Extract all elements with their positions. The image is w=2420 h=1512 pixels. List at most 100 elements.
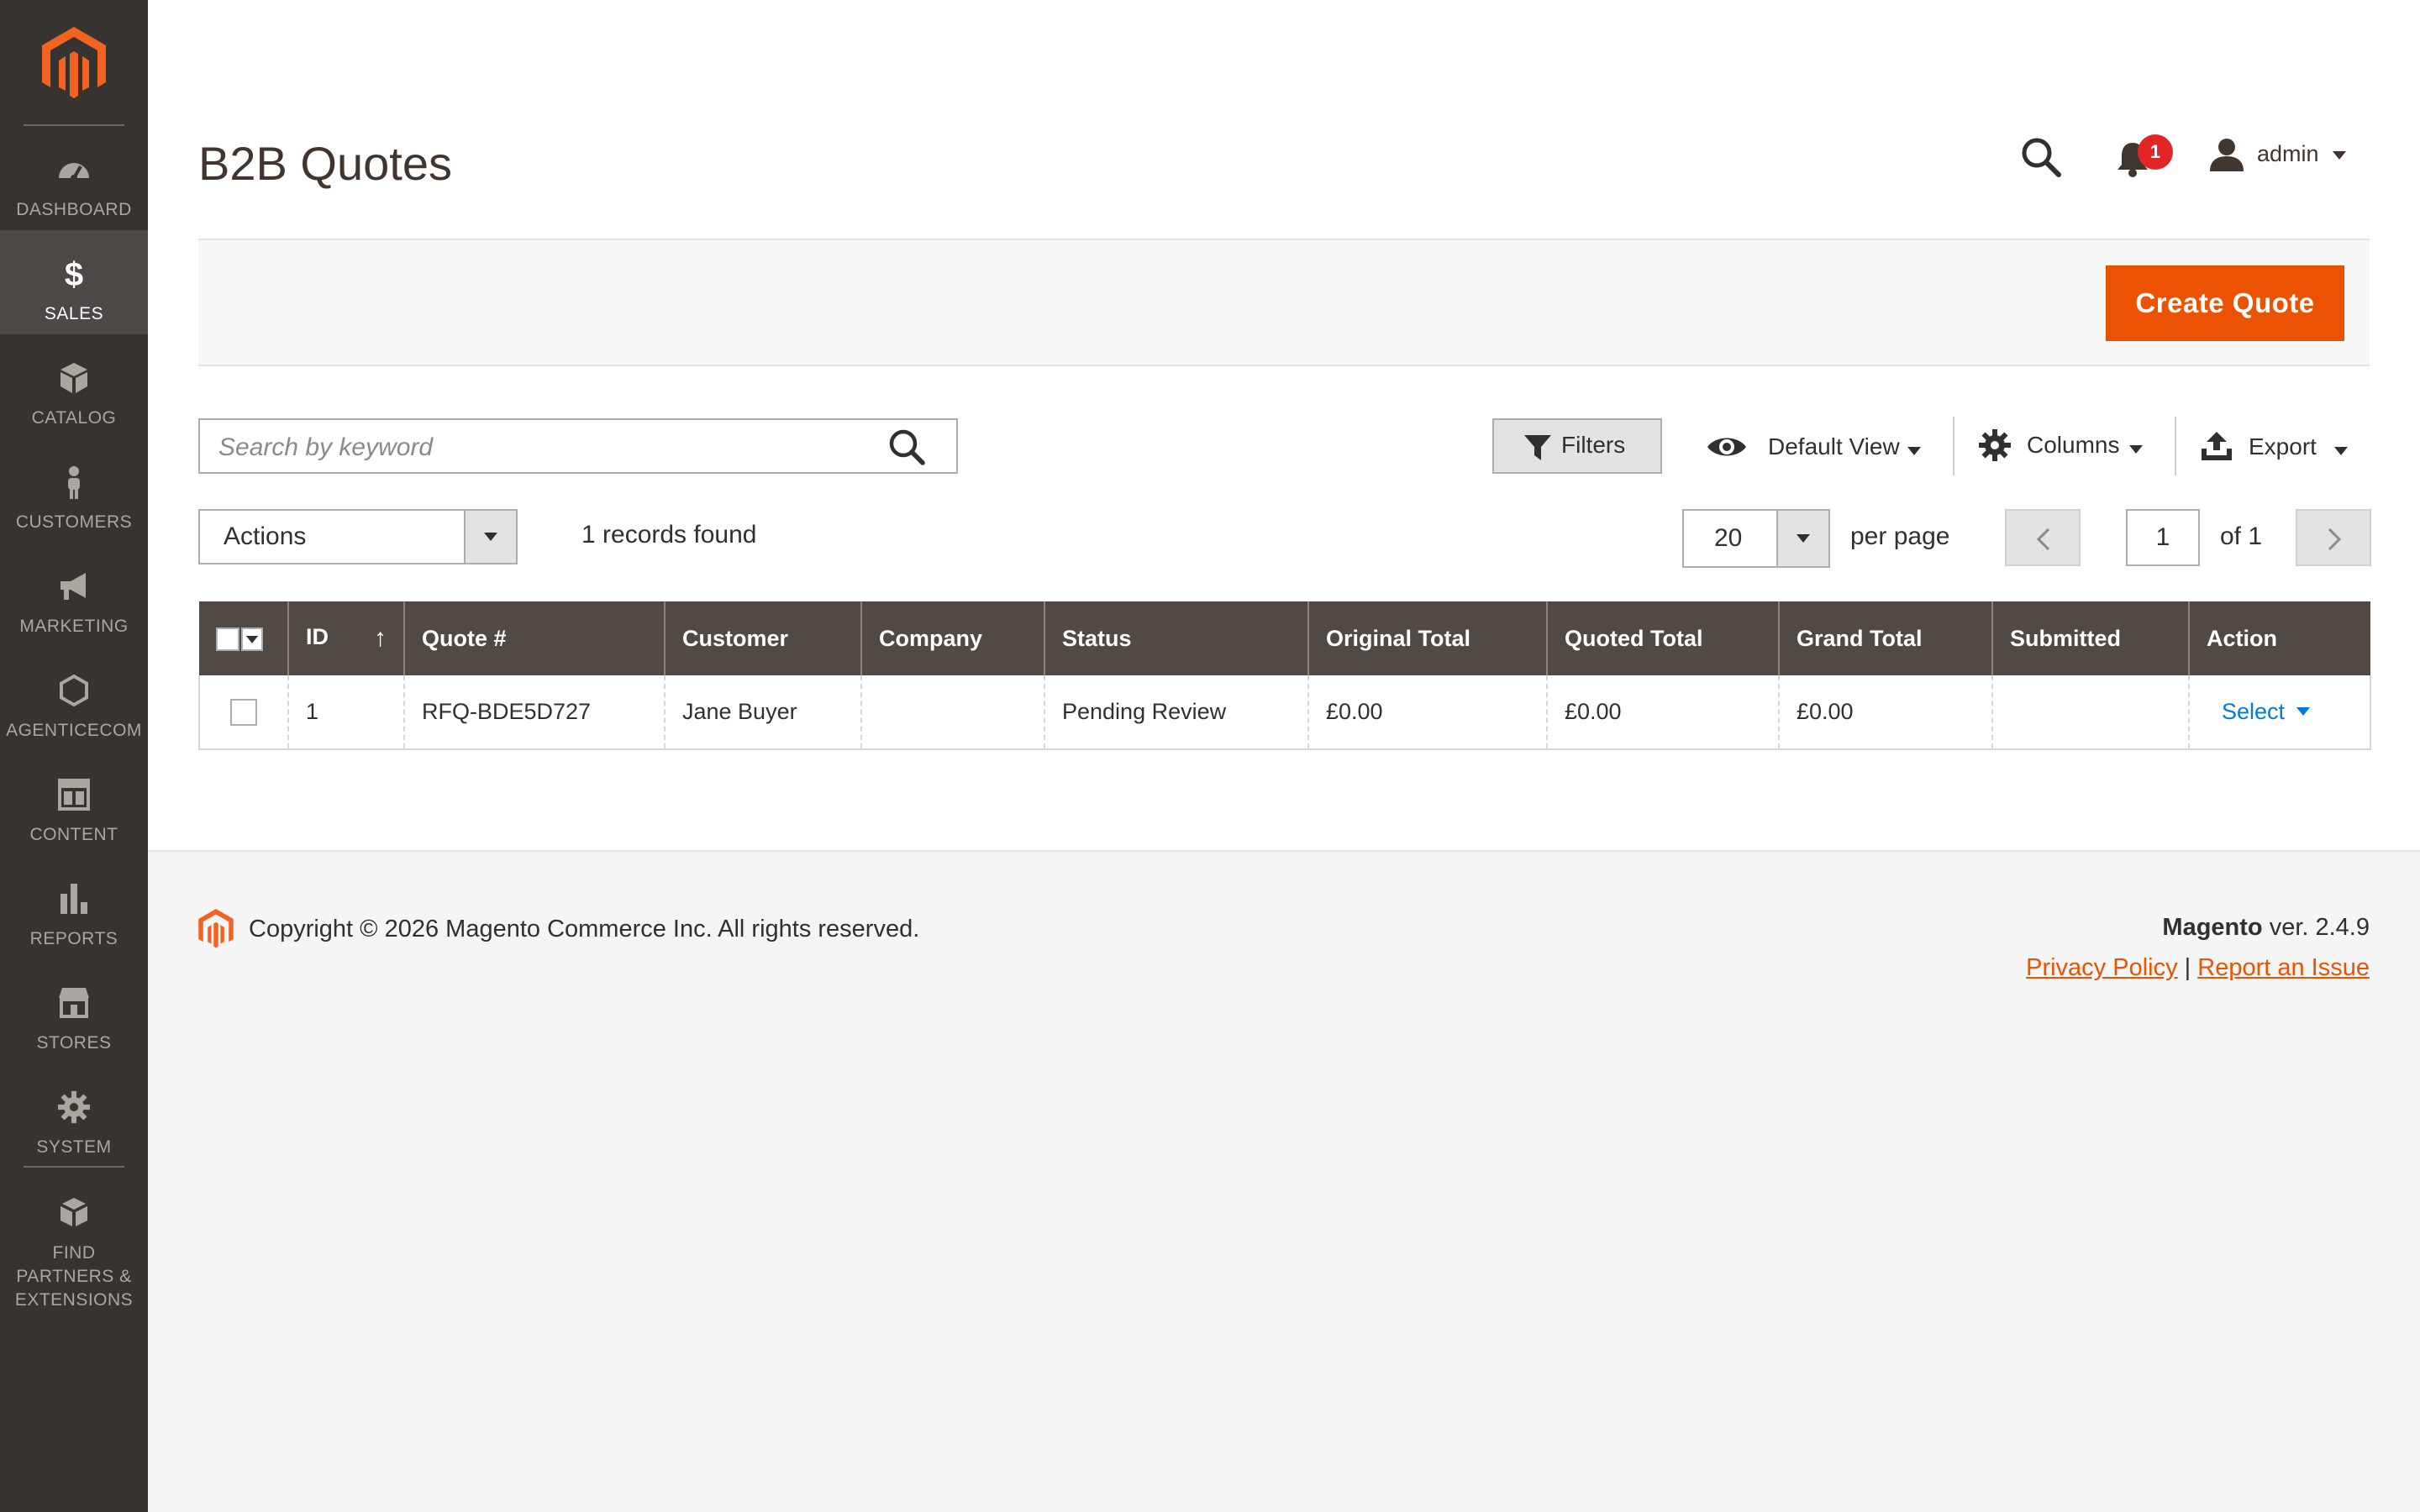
page-total: of 1 <box>2220 522 2263 550</box>
filters-label: Filters <box>1561 432 1626 458</box>
column-header-original-total[interactable]: Original Total <box>1307 601 1547 675</box>
column-header-status[interactable]: Status <box>1044 601 1308 675</box>
user-icon <box>2210 139 2244 171</box>
sidebar-item-label: System <box>36 1137 112 1157</box>
toolbar-divider <box>2175 417 2176 475</box>
magento-logo-icon[interactable] <box>42 27 106 101</box>
sidebar-item-label: Catalog <box>31 408 117 428</box>
cell-customer: Jane Buyer <box>664 675 861 750</box>
dollar-icon: $ <box>65 257 83 291</box>
cubes-icon <box>60 1198 87 1226</box>
notification-badge[interactable]: 1 <box>2138 134 2173 170</box>
chevron-down-icon <box>1797 534 1810 543</box>
per-page-select[interactable]: 20 <box>1682 509 1830 568</box>
columns-label: Columns <box>2027 432 2120 458</box>
column-header-quoted-total[interactable]: Quoted Total <box>1546 601 1779 675</box>
privacy-policy-link[interactable]: Privacy Policy <box>2026 954 2178 981</box>
search-input[interactable] <box>217 428 876 467</box>
sidebar-item-stores[interactable]: Stores <box>0 959 148 1063</box>
admin-username: admin <box>2257 141 2319 166</box>
admin-user-menu[interactable]: admin <box>2208 134 2351 176</box>
box-icon <box>60 363 87 393</box>
cell-id: 1 <box>287 675 404 750</box>
cell-original-total: £0.00 <box>1307 675 1547 750</box>
column-header-quote[interactable]: Quote # <box>403 601 665 675</box>
sidebar-item-system[interactable]: System <box>0 1063 148 1168</box>
column-header-grand-total[interactable]: Grand Total <box>1778 601 1992 675</box>
dashboard-icon <box>59 163 89 181</box>
row-action-select[interactable]: Select <box>2222 699 2311 724</box>
sidebar-item-reports[interactable]: Reports <box>0 855 148 959</box>
column-header-company[interactable]: Company <box>860 601 1044 675</box>
upload-icon <box>2202 432 2232 460</box>
mass-select-checkbox[interactable] <box>216 624 263 653</box>
next-page-button[interactable] <box>2296 509 2371 566</box>
view-label: Default View <box>1768 433 1900 459</box>
previous-page-button[interactable] <box>2005 509 2081 566</box>
select-all-checkbox[interactable] <box>216 627 239 651</box>
column-header-customer[interactable]: Customer <box>664 601 861 675</box>
sidebar-item-dashboard[interactable]: Dashboard <box>0 126 148 230</box>
page-number-input[interactable] <box>2126 509 2200 566</box>
view-switcher[interactable]: Default View <box>1706 423 1926 470</box>
sidebar-item-sales[interactable]: $ Sales <box>0 230 148 334</box>
sidebar-item-agenticecom[interactable]: AgenticeCom <box>0 647 148 751</box>
store-icon <box>59 988 89 1018</box>
sidebar-item-label: Marketing <box>19 617 129 636</box>
records-found: 1 records found <box>581 521 757 549</box>
chevron-down-icon <box>246 636 258 643</box>
copyright-text: Copyright © 2026 Magento Commerce Inc. A… <box>249 916 920 942</box>
create-quote-button[interactable]: Create Quote <box>2106 265 2344 341</box>
layout-icon <box>58 779 90 811</box>
chevron-down-icon <box>2296 707 2311 716</box>
sidebar-item-content[interactable]: Content <box>0 751 148 855</box>
mass-select-header <box>199 601 288 675</box>
mass-actions-select[interactable]: Actions <box>198 509 518 564</box>
link-separator: | <box>2177 954 2198 981</box>
sidebar-item-marketing[interactable]: Marketing <box>0 543 148 647</box>
search-icon[interactable] <box>2020 136 2062 178</box>
sort-ascending-icon: ↑ <box>374 624 387 652</box>
gear-icon <box>1979 429 2011 461</box>
sidebar-item-label: Find Partners & Extensions <box>14 1243 134 1310</box>
chevron-left-icon <box>2036 528 2050 551</box>
row-checkbox[interactable] <box>230 698 257 726</box>
sidebar-item-label: AgenticeCom <box>6 721 142 740</box>
report-issue-link[interactable]: Report an Issue <box>2197 954 2370 981</box>
cell-quoted-total: £0.00 <box>1546 675 1779 750</box>
chevron-down-icon <box>2333 151 2346 160</box>
per-page-toggle[interactable] <box>1776 511 1828 566</box>
column-header-submitted[interactable]: Submitted <box>1991 601 2189 675</box>
chevron-right-icon <box>2328 528 2342 551</box>
sidebar-divider <box>24 1166 124 1168</box>
cell-action: Select <box>2188 675 2371 750</box>
filters-button[interactable]: Filters <box>1492 418 1662 474</box>
hexagon-icon <box>60 674 88 707</box>
search-icon[interactable] <box>886 427 928 467</box>
sidebar-item-label: Content <box>29 825 118 844</box>
sidebar-item-customers[interactable]: Customers <box>0 438 148 543</box>
chevron-down-icon <box>1907 447 1921 455</box>
actions-toggle[interactable] <box>464 511 516 563</box>
bar-chart-icon <box>60 884 87 914</box>
mass-select-dropdown[interactable] <box>241 627 263 651</box>
eye-icon <box>1707 438 1746 456</box>
page-title: B2B Quotes <box>198 137 452 190</box>
column-header-id[interactable]: ID ↑ <box>287 601 404 675</box>
export-control[interactable]: Export <box>2200 423 2351 470</box>
sidebar-item-find-partners[interactable]: Find Partners & Extensions <box>0 1169 148 1310</box>
quotes-grid: ID ↑ Quote # Customer Company Status Orig… <box>198 601 2371 750</box>
columns-control[interactable]: Columns <box>1978 423 2154 470</box>
funnel-icon <box>1524 435 1551 460</box>
footer-divider <box>148 850 2420 852</box>
sidebar-item-catalog[interactable]: Catalog <box>0 334 148 438</box>
per-page-value: 20 <box>1714 524 1743 552</box>
sidebar-item-label: Customers <box>15 512 133 532</box>
table-row[interactable]: 1 RFQ-BDE5D727 Jane Buyer Pending Review… <box>198 675 2371 750</box>
admin-sidebar: Dashboard $ Sales Catalog Customers Mark… <box>0 0 148 1512</box>
sidebar-item-label: Dashboard <box>16 200 132 219</box>
person-icon <box>68 466 80 499</box>
cell-grand-total: £0.00 <box>1778 675 1992 750</box>
cell-quote: RFQ-BDE5D727 <box>403 675 665 750</box>
cell-company <box>860 675 1044 750</box>
